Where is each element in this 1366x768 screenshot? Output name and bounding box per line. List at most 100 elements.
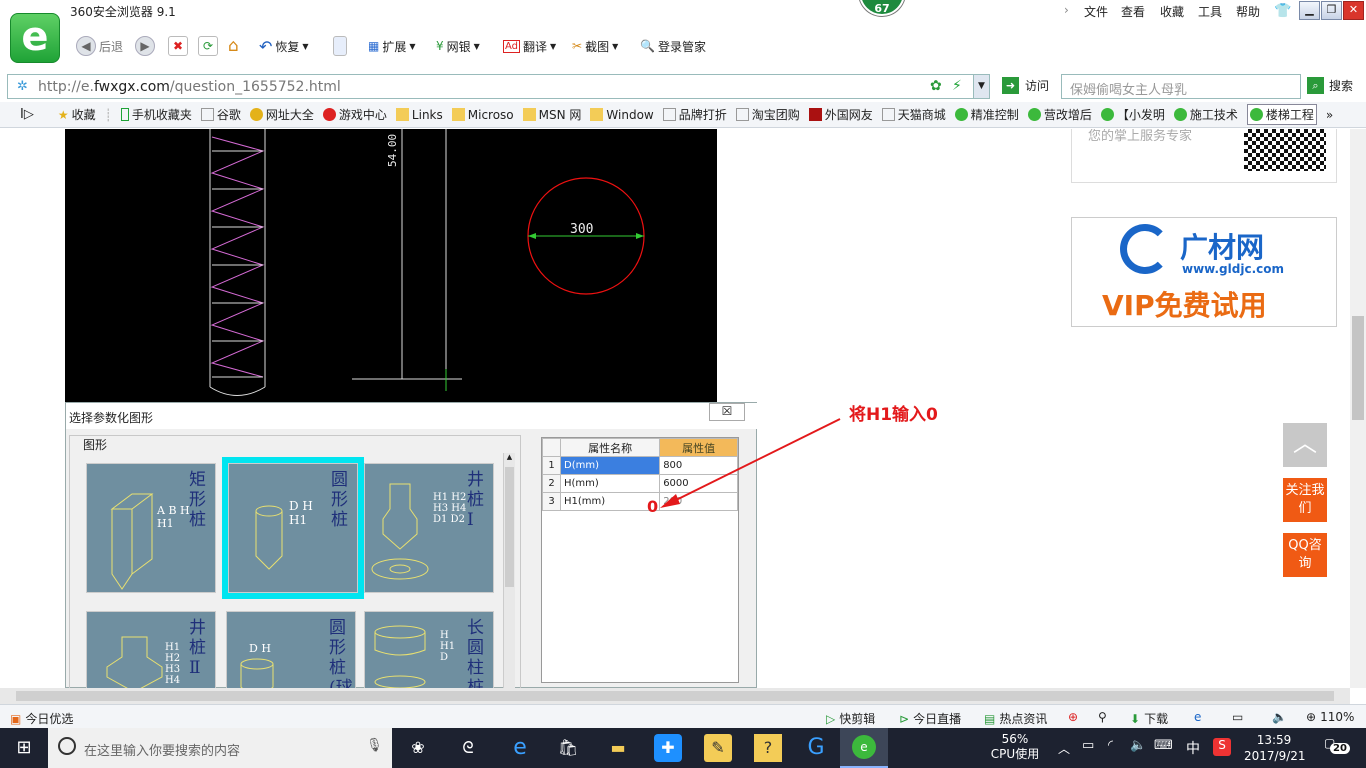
browser-logo[interactable]: e [10, 13, 60, 63]
store-icon[interactable]: 🛍 [554, 734, 582, 762]
menu-favorites[interactable]: 收藏 [1160, 3, 1184, 20]
shape-round-pile[interactable]: D H H1 圆形桩 [222, 457, 364, 599]
translate-button[interactable]: Ad 翻译 ▼ [503, 35, 556, 57]
back-button[interactable]: ◀ 后退 [76, 35, 123, 57]
ad-banner[interactable]: 广材网 www.gldjc.com VIP免费试用 [1071, 217, 1337, 327]
keyboard-icon[interactable]: ⌨ [1154, 738, 1173, 753]
bookmark-item[interactable]: 外国网友 [808, 106, 873, 123]
back-to-top-icon[interactable]: ︿ [1283, 423, 1327, 467]
bookmark-item[interactable]: 谷歌 [200, 106, 241, 123]
minimize-button[interactable]: ▁ [1299, 1, 1320, 20]
bookmark-item[interactable]: 游戏中心 [322, 106, 387, 123]
bookmark-item[interactable]: 【小发明 [1100, 106, 1165, 123]
netbank-button[interactable]: ¥ 网银 ▼ [436, 35, 480, 57]
wifi-icon[interactable]: ◜ [1108, 738, 1113, 753]
restore-tab-button[interactable]: ↶ 恢复 ▼ [259, 35, 309, 57]
glodon-icon[interactable]: G [802, 734, 830, 762]
bookmark-folder[interactable]: Microso [451, 108, 514, 122]
extend-button[interactable]: ▦ 扩展 ▼ [368, 35, 416, 57]
search-button[interactable]: ⌕ 搜索 [1307, 77, 1353, 94]
bookmark-item[interactable]: 品牌打折 [662, 106, 727, 123]
battery-icon[interactable]: ▭ [1082, 738, 1094, 753]
shape-round-pile-dome[interactable]: D H 圆形桩(球冠底) [226, 611, 356, 688]
address-bar[interactable]: ✲ http://e.fwxgx.com/question_1655752.ht… [7, 74, 990, 99]
bookmark-folder[interactable]: MSN 网 [522, 106, 581, 123]
menu-tools[interactable]: 工具 [1198, 3, 1222, 20]
more-bookmarks-icon[interactable]: » [1326, 108, 1333, 122]
vertical-scroll-thumb[interactable] [1352, 316, 1364, 420]
forward-button[interactable]: ▶ [135, 35, 155, 57]
stop-button[interactable]: ✖ [168, 35, 188, 57]
dropdown-icon: ▼ [409, 41, 416, 51]
home-button[interactable]: ⌂ [228, 35, 239, 57]
sidebar-toggle-icon[interactable]: I▷ [20, 107, 34, 122]
shape-list-scrollbar[interactable]: ▲ [503, 453, 515, 688]
ime-indicator[interactable]: 中 [1186, 738, 1200, 758]
bookmark-item[interactable]: 楼梯工程 [1246, 104, 1317, 125]
bookmark-item[interactable]: 营改增后 [1027, 106, 1092, 123]
speed-icon[interactable]: ⚡ [952, 78, 962, 94]
follow-us-button[interactable]: 关注我们 [1283, 478, 1327, 522]
taskbar-search[interactable]: 在这里输入你要搜索的内容 🎙 [48, 728, 392, 768]
bookmark-folder[interactable]: Links [395, 108, 443, 122]
clock[interactable]: 13:59 2017/9/21 [1244, 732, 1306, 764]
bookmark-item[interactable]: 施工技术 [1173, 106, 1238, 123]
cpu-meter[interactable]: 56% CPU使用 [990, 732, 1040, 762]
close-button[interactable]: ✕ [1343, 1, 1364, 20]
bookmark-folder[interactable]: Window [590, 108, 654, 122]
ie-icon[interactable]: e [1194, 710, 1201, 724]
scroll-up-icon[interactable]: ▲ [504, 453, 515, 465]
help-file-icon[interactable]: ? [754, 734, 782, 762]
qq-consult-button[interactable]: QQ咨询 [1283, 533, 1327, 577]
bookmark-item[interactable]: 手机收藏夹 [120, 106, 192, 123]
scroll-thumb[interactable] [505, 467, 514, 587]
today-picks[interactable]: ▣ 今日优选 [10, 710, 73, 727]
phone-button[interactable] [333, 35, 347, 57]
microphone-icon[interactable]: 🎙 [366, 738, 383, 753]
horizontal-scroll-thumb[interactable] [16, 691, 1334, 701]
notification-center[interactable]: ▢ 20 [1324, 736, 1352, 760]
notes-icon[interactable]: ✎ [704, 734, 732, 762]
shape-rect-pile[interactable]: A B H H1 矩形桩 [86, 463, 216, 593]
visit-button[interactable]: ➜ 访问 [1002, 77, 1049, 94]
app-blue-icon[interactable]: ✚ [654, 734, 682, 762]
volume-icon[interactable]: 🔈 [1272, 710, 1287, 724]
login-manager-button[interactable]: 🔍 登录管家 [640, 35, 706, 57]
refresh-button[interactable]: ⟳ [198, 35, 218, 57]
sogou-icon[interactable]: S [1213, 738, 1231, 756]
status-download[interactable]: ⬇ 下载 [1130, 710, 1168, 727]
bookmark-favorites[interactable]: ★ 收藏 [58, 106, 96, 123]
bookmark-item[interactable]: 精准控制 [954, 106, 1019, 123]
file-explorer-icon[interactable]: ▬ [604, 734, 632, 762]
shape-well-pile-1[interactable]: H1 H2 H3 H4 D1 D2 井桩Ⅰ [364, 463, 494, 593]
url-dropdown-icon[interactable]: ▼ [973, 75, 989, 98]
status-quick-edit[interactable]: ▷ 快剪辑 [826, 710, 875, 727]
menu-view[interactable]: 查看 [1121, 3, 1145, 20]
status-plus-icon[interactable]: ⊕ [1068, 710, 1078, 724]
menu-file[interactable]: 文件 [1084, 3, 1108, 20]
bookmark-item[interactable]: 淘宝团购 [735, 106, 800, 123]
search-input[interactable]: 保姆偷喝女主人母乳 [1061, 74, 1301, 99]
task-view-icon[interactable]: ❀ [404, 734, 432, 762]
status-live[interactable]: ⊳ 今日直播 [899, 710, 961, 727]
restore-button[interactable]: ❐ [1321, 1, 1342, 20]
active-browser-task[interactable]: e [840, 728, 888, 768]
url-text[interactable]: http://e.fwxgx.com/question_1655752.html [38, 79, 341, 95]
shape-long-round-pile[interactable]: H H1 D 长圆柱桩(球 [364, 611, 494, 688]
security-icon[interactable]: ✿ [930, 78, 942, 94]
zoom-control[interactable]: ⊕ 110% [1306, 710, 1354, 724]
bookmark-item[interactable]: 网址大全 [249, 106, 314, 123]
screenshot-button[interactable]: ✂ 截图 ▼ [572, 35, 618, 57]
window-icon[interactable]: ▭ [1232, 710, 1243, 724]
status-news[interactable]: ▤ 热点资讯 [984, 710, 1047, 727]
status-pin-icon[interactable]: ⚲ [1098, 710, 1107, 724]
bookmark-item[interactable]: 天猫商城 [881, 106, 946, 123]
volume-tray-icon[interactable]: 🔈 [1130, 738, 1146, 753]
windows-start-icon[interactable]: ⊞ [0, 728, 48, 768]
skin-icon[interactable]: 👕 [1274, 3, 1291, 19]
shape-well-pile-2[interactable]: H1 H2 H3 H4 井桩Ⅱ [86, 611, 216, 688]
menu-help[interactable]: 帮助 [1236, 3, 1260, 20]
tray-up-icon[interactable]: ︿ [1058, 740, 1070, 757]
browser-swirl-icon[interactable]: ᘓ [454, 734, 482, 762]
edge-icon[interactable]: e [506, 734, 534, 762]
